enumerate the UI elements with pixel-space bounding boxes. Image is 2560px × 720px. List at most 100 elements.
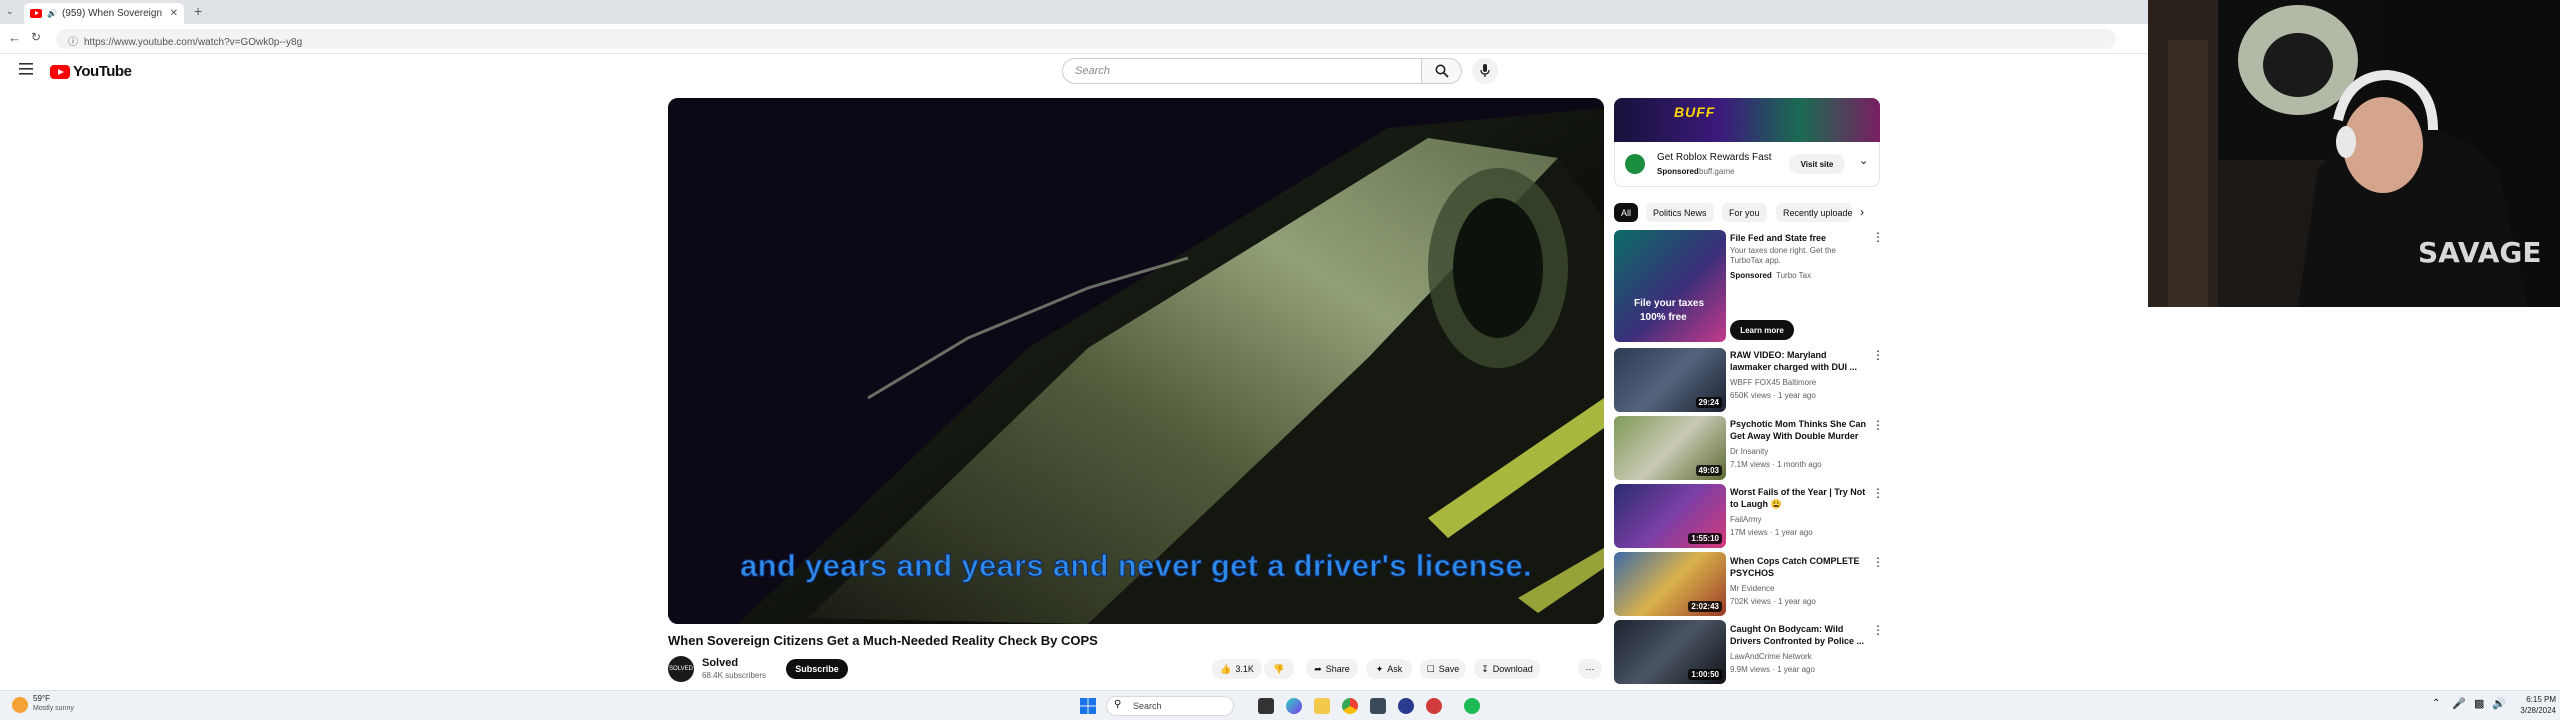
- chevron-down-icon[interactable]: ⌄: [1859, 154, 1868, 167]
- chip-politics-news[interactable]: Politics News: [1646, 203, 1714, 222]
- more-vertical-icon[interactable]: ⋮: [1872, 419, 1884, 431]
- search-icon: [1435, 64, 1449, 78]
- tray-microphone-icon[interactable]: 🎤: [2452, 697, 2466, 710]
- spotify-icon[interactable]: [1464, 698, 1480, 714]
- more-vertical-icon[interactable]: ⋮: [1872, 556, 1884, 568]
- video-title: When Sovereign Citizens Get a Much-Neede…: [668, 633, 1098, 648]
- video-thumbnail[interactable]: 1:00:50: [1614, 620, 1726, 684]
- video-channel[interactable]: Dr Insanity: [1730, 447, 1768, 456]
- video-channel[interactable]: FailArmy: [1730, 515, 1762, 524]
- promoted-description: Your taxes done right. Get the TurboTax …: [1730, 246, 1836, 265]
- video-duration: 49:03: [1695, 465, 1722, 476]
- ad-banner-image[interactable]: BUFF: [1614, 98, 1880, 142]
- like-button[interactable]: 👍 3.1K: [1212, 659, 1262, 679]
- video-duration: 1:55:10: [1688, 533, 1722, 544]
- weather-temp[interactable]: 59°F: [33, 694, 50, 703]
- video-thumbnail[interactable]: 2:02:43: [1614, 552, 1726, 616]
- clock-date[interactable]: 3/28/2024: [2514, 706, 2556, 715]
- youtube-logo-text: YouTube: [73, 63, 132, 80]
- chrome-icon[interactable]: [1342, 698, 1358, 714]
- video-thumbnail[interactable]: 49:03: [1614, 416, 1726, 480]
- more-vertical-icon[interactable]: ⋮: [1872, 231, 1884, 243]
- chip-all[interactable]: All: [1614, 203, 1639, 222]
- video-channel[interactable]: Mr Evidence: [1730, 584, 1774, 593]
- search-input[interactable]: Search: [1062, 58, 1422, 84]
- more-vertical-icon[interactable]: ⋮: [1872, 624, 1884, 636]
- learn-more-button[interactable]: Learn more: [1730, 320, 1794, 340]
- video-title[interactable]: Worst Fails of the Year | Try Not to Lau…: [1730, 486, 1870, 510]
- ask-button[interactable]: ✦ Ask: [1366, 659, 1412, 679]
- ad-card: Get Roblox Rewards Fast Sponsored buff.g…: [1614, 142, 1880, 187]
- network-icon[interactable]: ▩: [2474, 697, 2484, 710]
- video-title[interactable]: Psychotic Mom Thinks She Can Get Away Wi…: [1730, 418, 1870, 442]
- channel-name[interactable]: Solved: [702, 657, 738, 669]
- webcam-overlay: SAVAGE: [2148, 0, 2560, 307]
- channel-avatar[interactable]: SOLVED: [668, 656, 694, 682]
- hamburger-menu-icon[interactable]: [19, 62, 33, 80]
- reload-icon[interactable]: ↻: [31, 30, 41, 44]
- video-duration: 29:24: [1695, 397, 1722, 408]
- video-title[interactable]: When Cops Catch COMPLETE PSYCHOS: [1730, 555, 1870, 579]
- promoted-sponsored-label: Sponsored: [1730, 271, 1772, 280]
- back-arrow-icon[interactable]: ←: [8, 30, 21, 45]
- bookmark-icon: ☐: [1426, 663, 1435, 674]
- more-vertical-icon[interactable]: ⋮: [1872, 349, 1884, 361]
- subscribe-button[interactable]: Subscribe: [786, 659, 848, 679]
- weather-icon[interactable]: [12, 697, 28, 713]
- tab-list-dropdown-icon[interactable]: ⌄: [6, 6, 14, 17]
- speaker-icon: 🔊: [47, 9, 57, 18]
- video-player[interactable]: and years and years and never get a driv…: [668, 98, 1604, 624]
- microphone-icon: [1480, 64, 1490, 77]
- video-frame: [668, 98, 1604, 624]
- file-explorer-icon[interactable]: [1314, 698, 1330, 714]
- download-button[interactable]: ↧ Download: [1474, 659, 1540, 679]
- save-button[interactable]: ☐ Save: [1420, 659, 1466, 679]
- video-title[interactable]: RAW VIDEO: Maryland lawmaker charged wit…: [1730, 349, 1870, 373]
- url-text: https://www.youtube.com/watch?v=GOwk0p--…: [84, 37, 303, 48]
- chevron-right-icon[interactable]: ›: [1860, 205, 1864, 219]
- video-thumbnail[interactable]: 29:24: [1614, 348, 1726, 412]
- thumbs-down-icon: 👎: [1273, 663, 1285, 674]
- weather-desc: Mostly sunny: [33, 705, 74, 712]
- obs-icon[interactable]: [1398, 698, 1414, 714]
- more-vertical-icon[interactable]: ⋮: [1872, 487, 1884, 499]
- volume-icon[interactable]: 🔊: [2492, 697, 2506, 710]
- promoted-advertiser: Turbo Tax: [1776, 271, 1812, 280]
- ad-title[interactable]: Get Roblox Rewards Fast: [1657, 152, 1772, 163]
- ad-logo-icon: [1625, 154, 1645, 174]
- close-tab-icon[interactable]: ✕: [170, 8, 178, 19]
- app-icon-red[interactable]: [1426, 698, 1442, 714]
- browser-tab-active[interactable]: 🔊 (959) When Sovereign Citiz ✕: [24, 3, 184, 24]
- video-thumbnail[interactable]: 1:55:10: [1614, 484, 1726, 548]
- more-horizontal-icon: ⋯: [1585, 663, 1595, 674]
- copilot-icon[interactable]: [1286, 698, 1302, 714]
- share-button[interactable]: ➦ Share: [1306, 659, 1358, 679]
- promoted-title[interactable]: File Fed and State free: [1730, 232, 1870, 244]
- share-icon: ➦: [1314, 663, 1322, 674]
- visit-site-button[interactable]: Visit site: [1789, 154, 1845, 174]
- video-channel[interactable]: LawAndCrime Network: [1730, 652, 1812, 661]
- task-view-icon[interactable]: [1258, 698, 1274, 714]
- dislike-button[interactable]: 👎: [1264, 659, 1294, 679]
- voice-search-button[interactable]: [1472, 58, 1498, 84]
- ad-banner-brand: BUFF: [1674, 104, 1716, 120]
- site-info-icon[interactable]: ⓘ: [68, 37, 78, 48]
- sparkle-icon: ✦: [1375, 663, 1384, 674]
- video-title[interactable]: Caught On Bodycam: Wild Drivers Confront…: [1730, 623, 1870, 647]
- youtube-logo[interactable]: YouTube: [50, 63, 132, 80]
- url-field[interactable]: ⓘ https://www.youtube.com/watch?v=GOwk0p-…: [56, 29, 2116, 49]
- chip-recently-uploaded[interactable]: Recently uploaded: [1776, 203, 1852, 222]
- more-actions-button[interactable]: ⋯: [1578, 659, 1602, 679]
- video-meta: 9.9M views · 1 year ago: [1730, 665, 1815, 674]
- webcam-background: [2148, 307, 2560, 690]
- taskbar-search[interactable]: Search: [1106, 696, 1234, 716]
- tray-chevron-icon[interactable]: ⌃: [2432, 698, 2440, 709]
- clock-time[interactable]: 6:15 PM: [2520, 695, 2556, 704]
- search-button[interactable]: [1422, 58, 1462, 84]
- new-tab-button[interactable]: +: [194, 3, 202, 19]
- video-channel[interactable]: WBFF FOX45 Baltimore: [1730, 378, 1816, 387]
- calculator-icon[interactable]: [1370, 698, 1386, 714]
- windows-start-icon[interactable]: [1080, 698, 1096, 719]
- promoted-thumbnail[interactable]: File your taxes 100% free: [1614, 230, 1726, 342]
- chip-for-you[interactable]: For you: [1722, 203, 1767, 222]
